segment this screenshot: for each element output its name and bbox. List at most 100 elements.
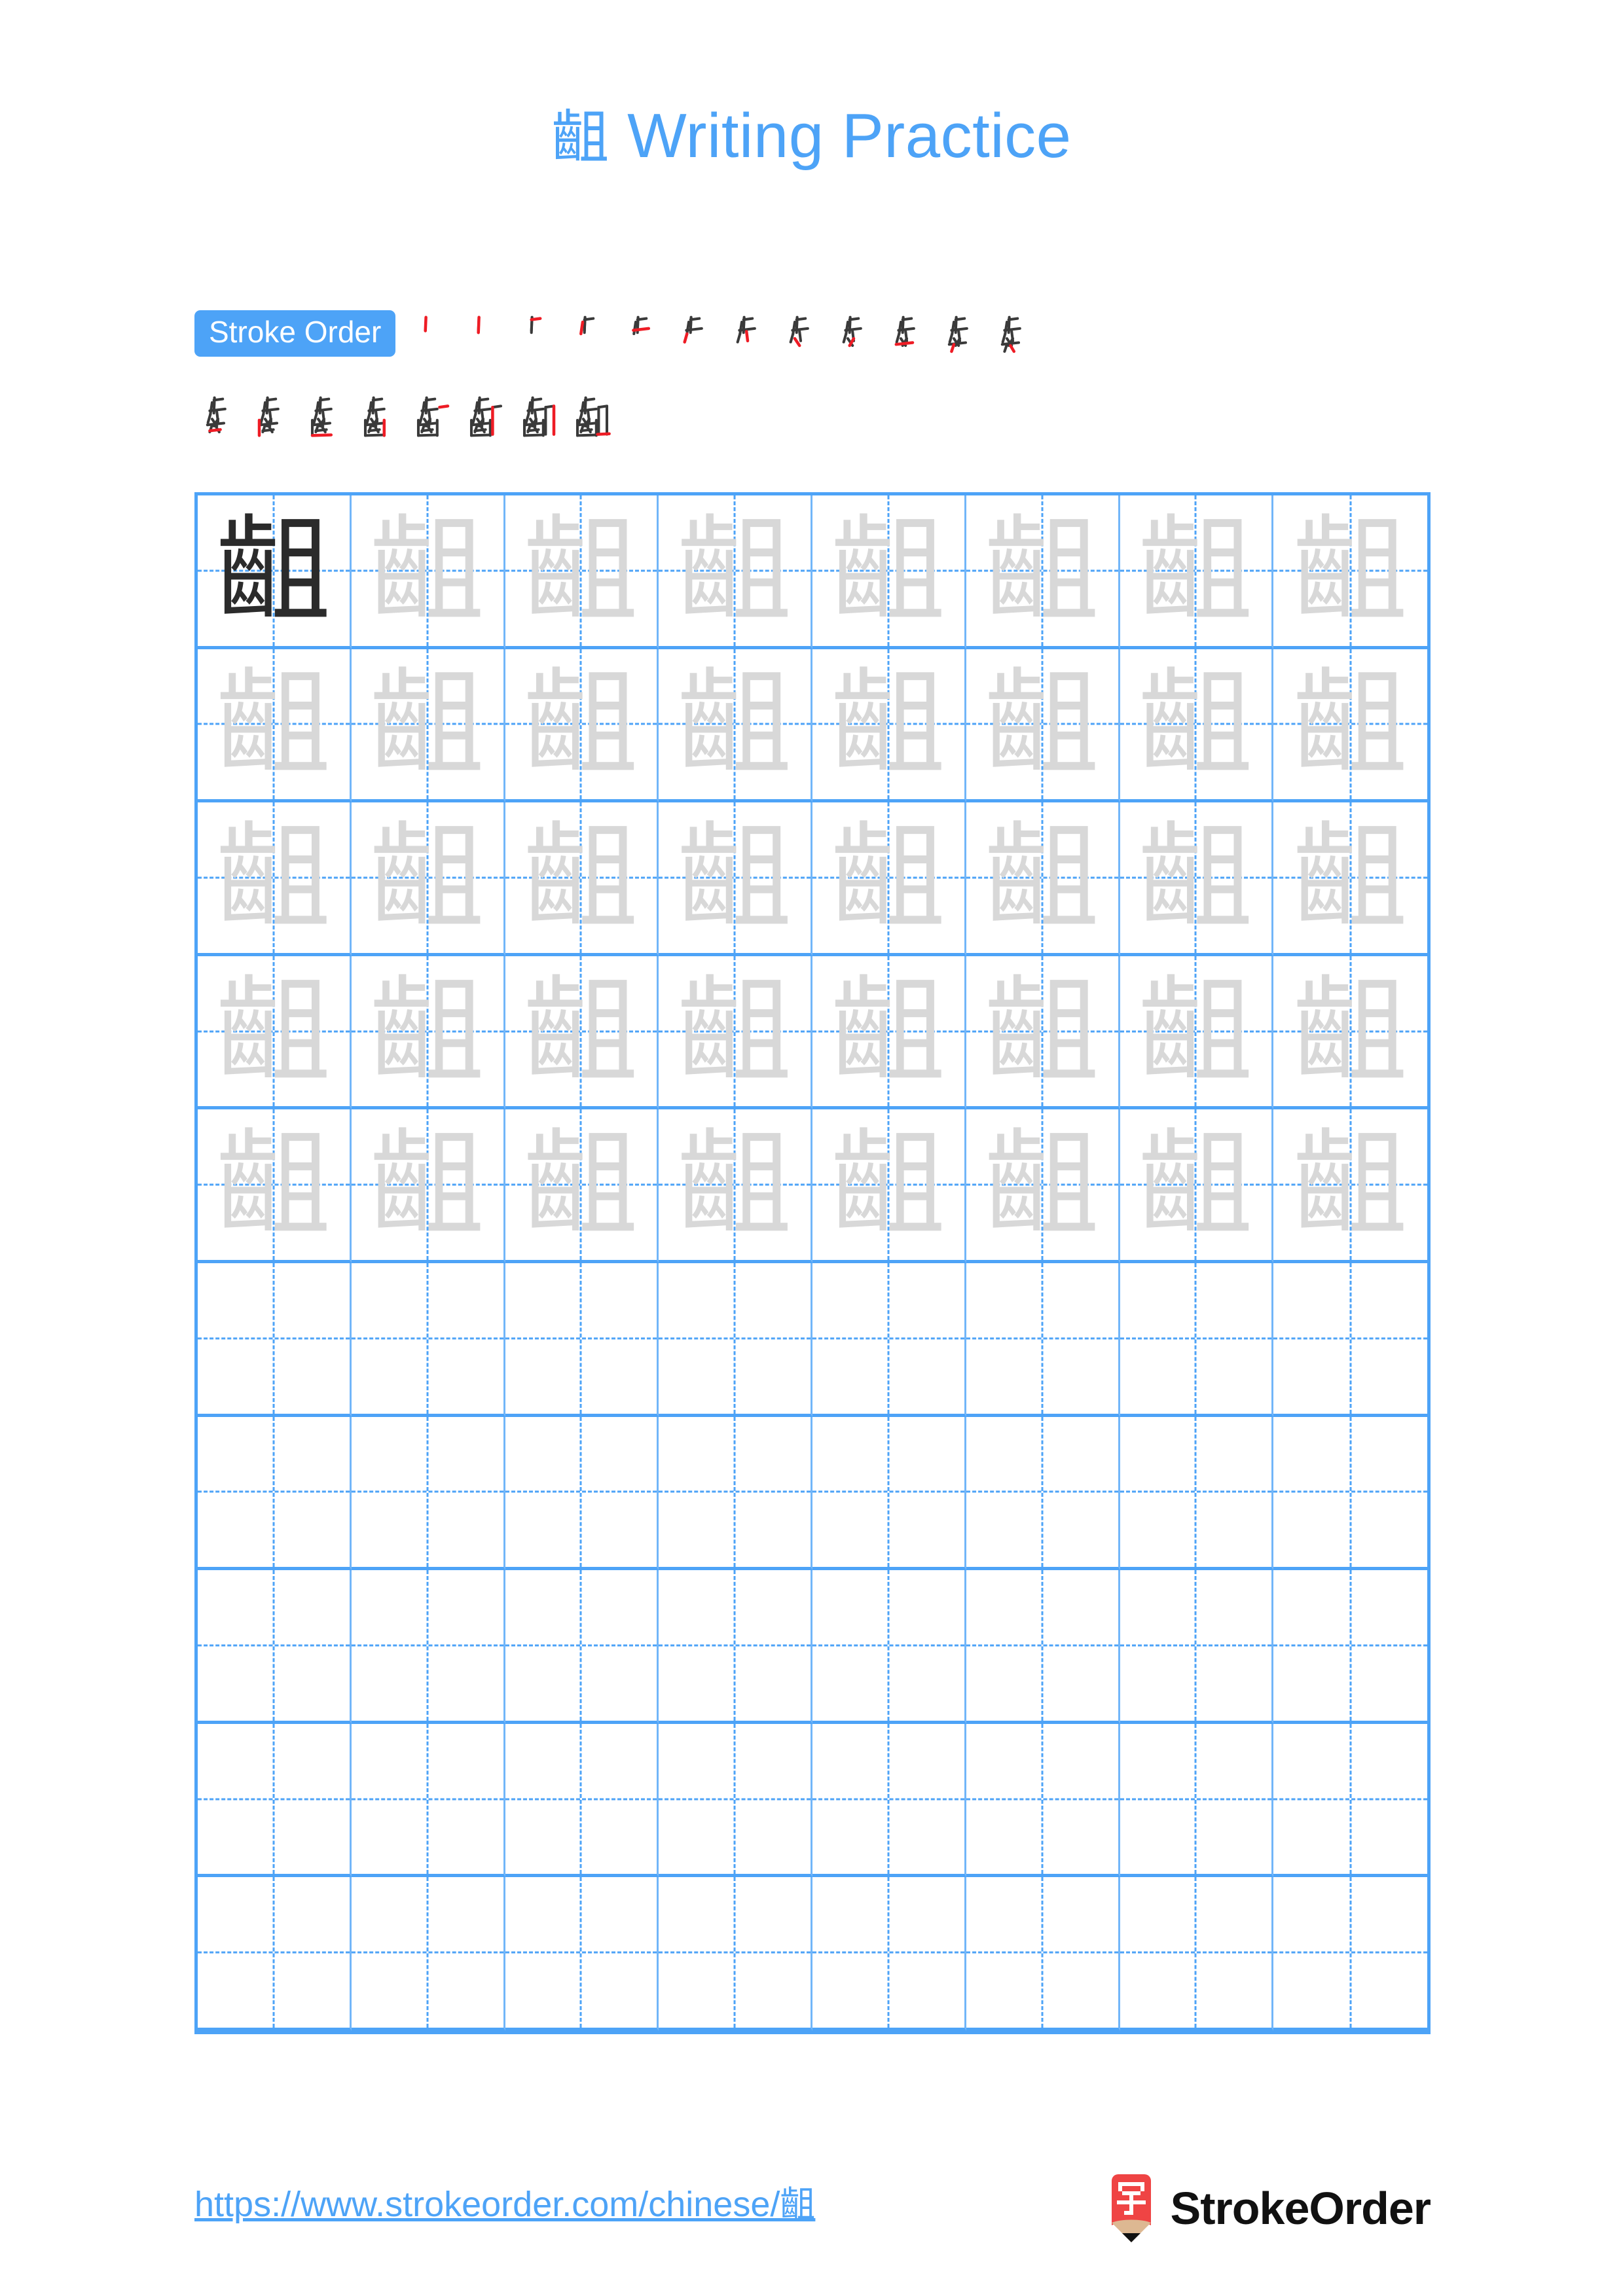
practice-cell-trace[interactable]: 齟	[812, 802, 966, 956]
practice-cell-blank[interactable]	[505, 1877, 659, 2031]
practice-cell-trace[interactable]: 齟	[966, 802, 1120, 956]
practice-cell-blank[interactable]	[351, 1877, 505, 2031]
cell-character: 齟	[984, 963, 1100, 1098]
practice-cell-blank[interactable]	[812, 1570, 966, 1724]
practice-cell-trace[interactable]: 齟	[505, 956, 659, 1110]
practice-cell-trace[interactable]: 齟	[198, 1109, 352, 1263]
practice-cell-blank[interactable]	[351, 1570, 505, 1724]
practice-cell-trace[interactable]: 齟	[351, 495, 505, 649]
practice-cell-trace[interactable]: 齟	[966, 956, 1120, 1110]
practice-cell-blank[interactable]	[659, 1877, 812, 2031]
practice-cell-blank[interactable]	[659, 1263, 812, 1417]
practice-cell-blank[interactable]	[966, 1570, 1120, 1724]
footer-url-link[interactable]: https://www.strokeorder.com/chinese/齟	[194, 2183, 815, 2226]
practice-cell-blank[interactable]	[351, 1723, 505, 1878]
stroke-step-14	[247, 382, 301, 447]
practice-cell-blank[interactable]	[659, 1723, 812, 1878]
practice-cell-trace[interactable]: 齟	[505, 1109, 659, 1263]
practice-cell-blank[interactable]	[505, 1416, 659, 1571]
practice-cell-blank[interactable]	[812, 1877, 966, 2031]
cell-character	[352, 1570, 503, 1721]
practice-cell-trace[interactable]: 齟	[812, 1109, 966, 1263]
practice-cell-blank[interactable]	[966, 1723, 1120, 1878]
practice-cell-trace[interactable]: 齟	[966, 649, 1120, 803]
practice-cell-blank[interactable]	[505, 1570, 659, 1724]
practice-cell-blank[interactable]	[505, 1723, 659, 1878]
practice-cell-blank[interactable]	[351, 1416, 505, 1571]
practice-cell-trace[interactable]: 齟	[505, 495, 659, 649]
practice-cell-blank[interactable]	[505, 1263, 659, 1417]
practice-cell-blank[interactable]	[1273, 1263, 1427, 1417]
practice-cell-trace[interactable]: 齟	[812, 495, 966, 649]
cell-character: 齟	[984, 656, 1100, 791]
practice-cell-blank[interactable]	[198, 1723, 352, 1878]
practice-cell-blank[interactable]	[1120, 1877, 1274, 2031]
practice-cell-blank[interactable]	[198, 1416, 352, 1571]
practice-cell-blank[interactable]	[1273, 1416, 1427, 1571]
practice-cell-blank[interactable]	[1273, 1723, 1427, 1878]
practice-cell-trace[interactable]: 齟	[1273, 649, 1427, 803]
cell-character: 齟	[1138, 656, 1254, 791]
cell-character	[966, 1263, 1118, 1414]
practice-cell-trace[interactable]: 齟	[659, 956, 812, 1110]
practice-cell-trace[interactable]: 齟	[351, 649, 505, 803]
practice-cell-trace[interactable]: 齟	[966, 495, 1120, 649]
practice-cell-blank[interactable]	[351, 1263, 505, 1417]
practice-cell-trace[interactable]: 齟	[966, 1109, 1120, 1263]
practice-cell-trace[interactable]: 齟	[1120, 1109, 1274, 1263]
practice-cell-trace[interactable]: 齟	[659, 1109, 812, 1263]
cell-character: 齟	[830, 810, 946, 944]
practice-cell-blank[interactable]	[966, 1877, 1120, 2031]
practice-cell-blank[interactable]	[812, 1416, 966, 1571]
cell-character: 齟	[523, 963, 639, 1098]
cell-character: 齟	[215, 1117, 331, 1252]
practice-cell-trace[interactable]: 齟	[198, 802, 352, 956]
practice-cell-trace[interactable]: 齟	[505, 802, 659, 956]
practice-cell-trace[interactable]: 齟	[812, 649, 966, 803]
cell-character	[505, 1263, 657, 1414]
cell-character	[352, 1877, 503, 2028]
practice-cell-trace[interactable]: 齟	[659, 802, 812, 956]
cell-character	[659, 1417, 811, 1568]
practice-cell-blank[interactable]	[198, 1570, 352, 1724]
practice-cell-trace[interactable]: 齟	[1120, 956, 1274, 1110]
practice-cell-blank[interactable]	[1273, 1570, 1427, 1724]
practice-cell-trace[interactable]: 齟	[1273, 956, 1427, 1110]
practice-cell-blank[interactable]	[659, 1416, 812, 1571]
practice-cell-blank[interactable]	[812, 1723, 966, 1878]
practice-cell-trace[interactable]: 齟	[659, 649, 812, 803]
practice-cell-trace[interactable]: 齟	[1120, 495, 1274, 649]
practice-cell-trace[interactable]: 齟	[812, 956, 966, 1110]
practice-cell-blank[interactable]	[198, 1263, 352, 1417]
practice-cell-trace[interactable]: 齟	[1273, 1109, 1427, 1263]
practice-cell-model[interactable]: 齟	[198, 495, 352, 649]
practice-cell-blank[interactable]	[966, 1416, 1120, 1571]
practice-cell-trace[interactable]: 齟	[351, 802, 505, 956]
cell-character: 齟	[369, 810, 485, 944]
cell-character: 齟	[677, 656, 793, 791]
practice-cell-blank[interactable]	[198, 1877, 352, 2031]
practice-cell-trace[interactable]: 齟	[1273, 802, 1427, 956]
practice-cell-blank[interactable]	[1120, 1723, 1274, 1878]
practice-cell-blank[interactable]	[659, 1570, 812, 1724]
practice-cell-blank[interactable]	[1120, 1570, 1274, 1724]
practice-cell-trace[interactable]: 齟	[351, 1109, 505, 1263]
cell-character: 齟	[1292, 656, 1408, 791]
page-title-character: 齟	[551, 103, 610, 171]
practice-cell-trace[interactable]: 齟	[1273, 495, 1427, 649]
cell-character: 齟	[984, 1117, 1100, 1252]
practice-cell-trace[interactable]: 齟	[1120, 649, 1274, 803]
practice-cell-trace[interactable]: 齟	[198, 956, 352, 1110]
practice-cell-blank[interactable]	[1120, 1416, 1274, 1571]
practice-cell-trace[interactable]: 齟	[198, 649, 352, 803]
practice-cell-blank[interactable]	[1273, 1877, 1427, 2031]
practice-cell-trace[interactable]: 齟	[505, 649, 659, 803]
stroke-step-13	[194, 382, 247, 447]
practice-cell-blank[interactable]	[1120, 1263, 1274, 1417]
practice-cell-trace[interactable]: 齟	[351, 956, 505, 1110]
practice-cell-trace[interactable]: 齟	[659, 495, 812, 649]
practice-cell-blank[interactable]	[812, 1263, 966, 1417]
cell-character	[1120, 1417, 1272, 1568]
practice-cell-blank[interactable]	[966, 1263, 1120, 1417]
practice-cell-trace[interactable]: 齟	[1120, 802, 1274, 956]
